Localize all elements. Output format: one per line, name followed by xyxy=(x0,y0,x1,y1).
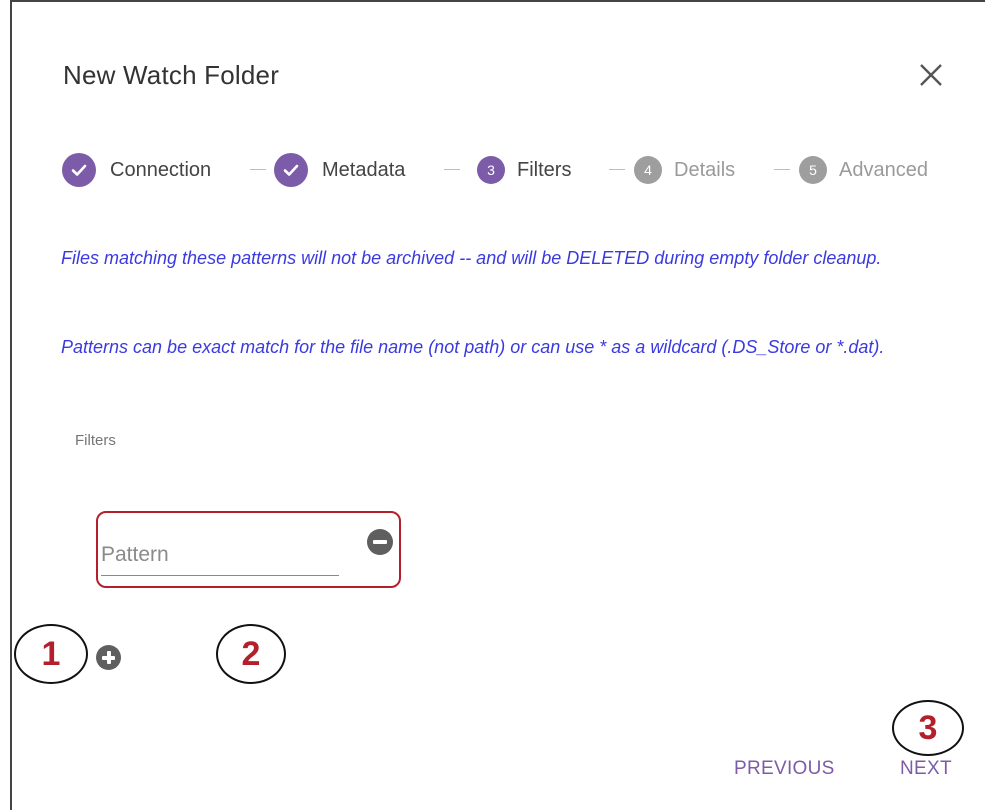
next-button[interactable]: NEXT xyxy=(900,758,952,780)
step-advanced[interactable]: 5 Advanced xyxy=(799,152,928,188)
step-divider xyxy=(774,169,790,170)
step-divider xyxy=(250,169,266,170)
previous-button[interactable]: PREVIOUS xyxy=(734,758,835,780)
filters-label: Filters xyxy=(75,432,116,449)
close-icon[interactable] xyxy=(914,58,948,92)
step-filters[interactable]: 3 Filters xyxy=(477,152,571,188)
info-pattern-help: Patterns can be exact match for the file… xyxy=(61,337,885,357)
check-icon xyxy=(274,153,308,187)
step-divider xyxy=(444,169,460,170)
new-watch-folder-dialog: New Watch Folder Connection Metadata 3 F… xyxy=(10,0,985,810)
step-details[interactable]: 4 Details xyxy=(634,152,735,188)
step-connection[interactable]: Connection xyxy=(62,152,211,188)
pattern-row xyxy=(96,511,401,588)
info-delete-warning: Files matching these patterns will not b… xyxy=(61,248,882,268)
plus-circle-icon[interactable] xyxy=(96,645,121,670)
step-label: Advanced xyxy=(839,158,928,181)
step-metadata[interactable]: Metadata xyxy=(274,152,405,188)
step-number-badge: 3 xyxy=(477,156,505,184)
dialog-title: New Watch Folder xyxy=(63,60,280,90)
check-icon xyxy=(62,153,96,187)
pattern-input[interactable] xyxy=(101,535,339,576)
callout-badge-2: 2 xyxy=(216,624,286,684)
minus-circle-icon[interactable] xyxy=(367,529,393,555)
step-label: Details xyxy=(674,158,736,181)
step-label: Metadata xyxy=(322,158,406,181)
step-divider xyxy=(609,169,625,170)
callout-badge-1: 1 xyxy=(14,624,88,684)
step-number-badge: 4 xyxy=(634,156,662,184)
step-label: Filters xyxy=(517,158,572,181)
step-number-badge: 5 xyxy=(799,156,827,184)
step-label: Connection xyxy=(110,158,212,181)
callout-badge-3: 3 xyxy=(892,700,964,756)
stepper: Connection Metadata 3 Filters 4 Details … xyxy=(62,152,974,188)
